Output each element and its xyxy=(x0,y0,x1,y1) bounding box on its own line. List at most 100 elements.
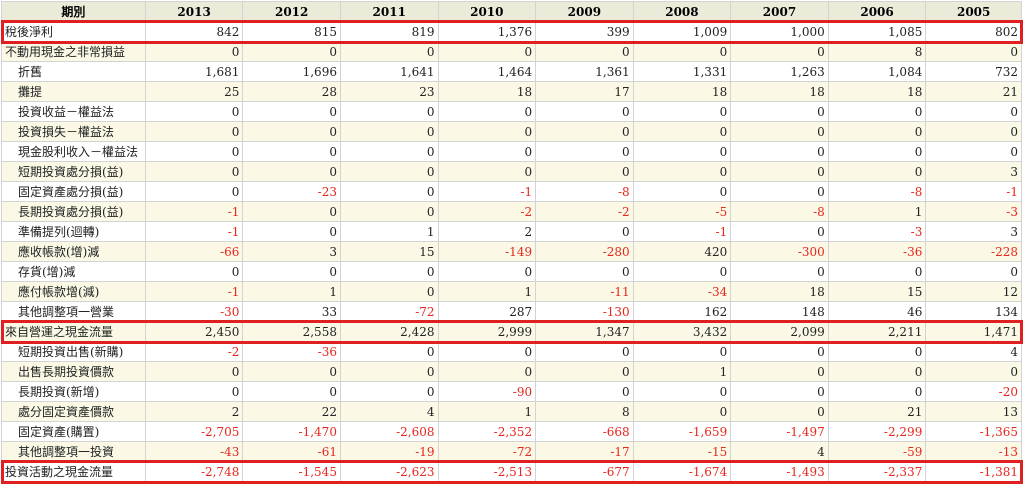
value-cell: -13 xyxy=(925,441,1022,462)
value-cell: 420 xyxy=(632,241,732,262)
value-cell: 287 xyxy=(437,301,537,322)
row-label: 其他調整項一投資 xyxy=(1,441,146,462)
value-cell: 1 xyxy=(242,281,341,302)
table-row: 短期投資處分損(益) 0 0 0 0 0 0 0 0 3 xyxy=(1,161,1022,182)
table-row: 出售長期投資價款 0 0 0 0 0 1 0 0 0 xyxy=(1,361,1022,382)
value-cell: -668 xyxy=(535,421,634,442)
header-year: 2008 xyxy=(632,1,732,22)
value-cell: 0 xyxy=(730,361,829,382)
value-cell: 0 xyxy=(730,101,829,122)
value-cell: 0 xyxy=(242,361,341,382)
table-row: 準備提列(迴轉) -1 0 1 2 0 -1 0 -3 3 xyxy=(1,221,1022,242)
value-cell: 0 xyxy=(730,221,829,242)
value-cell: -2,608 xyxy=(339,421,439,442)
row-label: 長期投資(新增) xyxy=(1,381,146,402)
value-cell: -30 xyxy=(144,301,244,322)
row-label: 投資收益－權益法 xyxy=(1,101,146,122)
value-cell: 0 xyxy=(437,101,537,122)
value-cell: -36 xyxy=(242,341,341,362)
row-label: 不動用現金之非常損益 xyxy=(1,41,146,62)
value-cell: 1 xyxy=(632,361,732,382)
value-cell: 0 xyxy=(242,221,341,242)
value-cell: -1 xyxy=(144,221,244,242)
value-cell: 0 xyxy=(730,261,829,282)
row-label: 處分固定資產價款 xyxy=(1,401,146,422)
value-cell: -8 xyxy=(535,181,634,202)
table-row: 短期投資出售(新購) -2 -36 0 0 0 0 0 0 4 xyxy=(1,341,1022,362)
value-cell: 3 xyxy=(925,221,1022,242)
value-cell: 732 xyxy=(925,61,1022,82)
value-cell: -2,513 xyxy=(437,461,537,482)
value-cell: 0 xyxy=(339,101,439,122)
value-cell: 46 xyxy=(827,301,927,322)
value-cell: 0 xyxy=(827,141,927,162)
value-cell: 0 xyxy=(730,161,829,182)
value-cell: 0 xyxy=(242,201,341,222)
value-cell: 0 xyxy=(437,161,537,182)
value-cell: -8 xyxy=(730,201,829,222)
header-year: 2011 xyxy=(339,1,439,22)
value-cell: 802 xyxy=(925,21,1022,42)
value-cell: 2,428 xyxy=(339,321,439,342)
value-cell: -1 xyxy=(144,281,244,302)
value-cell: 23 xyxy=(339,81,439,102)
value-cell: 399 xyxy=(535,21,634,42)
value-cell: 0 xyxy=(535,341,634,362)
value-cell: 0 xyxy=(339,201,439,222)
value-cell: 18 xyxy=(827,81,927,102)
value-cell: 0 xyxy=(827,261,927,282)
value-cell: 1,009 xyxy=(632,21,732,42)
value-cell: 2 xyxy=(437,221,537,242)
value-cell: 2,211 xyxy=(827,321,927,342)
cash-flow-table: 期別 2013 2012 2011 2010 2009 2008 2007 20… xyxy=(1,1,1022,482)
table-row: 投資損失－權益法 0 0 0 0 0 0 0 0 0 xyxy=(1,121,1022,142)
value-cell: -15 xyxy=(632,441,732,462)
value-cell: 1,641 xyxy=(339,61,439,82)
value-cell: -300 xyxy=(730,241,829,262)
table-row: 應付帳款增(減) -1 1 0 1 -11 -34 18 15 12 xyxy=(1,281,1022,302)
value-cell: 0 xyxy=(535,121,634,142)
value-cell: -2,337 xyxy=(827,461,927,482)
value-cell: 0 xyxy=(730,121,829,142)
value-cell: -1,470 xyxy=(242,421,341,442)
table-row: 固定資產(購置) -2,705 -1,470 -2,608 -2,352 -668 -1,6… xyxy=(1,421,1022,442)
value-cell: 0 xyxy=(339,161,439,182)
row-label: 準備提列(迴轉) xyxy=(1,221,146,242)
value-cell: -2,748 xyxy=(144,461,244,482)
value-cell: 0 xyxy=(339,281,439,302)
value-cell: -1,674 xyxy=(632,461,732,482)
value-cell: 0 xyxy=(827,161,927,182)
table-row: 現金股利收入－權益法 0 0 0 0 0 0 0 0 0 xyxy=(1,141,1022,162)
value-cell: 1 xyxy=(339,221,439,242)
value-cell: 4 xyxy=(730,441,829,462)
value-cell: 0 xyxy=(144,161,244,182)
value-cell: 162 xyxy=(632,301,732,322)
value-cell: 148 xyxy=(730,301,829,322)
value-cell: 0 xyxy=(632,161,732,182)
value-cell: 1,696 xyxy=(242,61,341,82)
row-label: 長期投資處分損(益) xyxy=(1,201,146,222)
value-cell: 18 xyxy=(730,281,829,302)
value-cell: -90 xyxy=(437,381,537,402)
value-cell: -11 xyxy=(535,281,634,302)
value-cell: 28 xyxy=(242,81,341,102)
value-cell: 0 xyxy=(535,141,634,162)
value-cell: 0 xyxy=(632,261,732,282)
header-year: 2007 xyxy=(730,1,829,22)
value-cell: 0 xyxy=(632,101,732,122)
value-cell: -66 xyxy=(144,241,244,262)
value-cell: -3 xyxy=(827,221,927,242)
row-label: 應付帳款增(減) xyxy=(1,281,146,302)
value-cell: 13 xyxy=(925,401,1022,422)
value-cell: -1,493 xyxy=(730,461,829,482)
value-cell: 1,000 xyxy=(730,21,829,42)
value-cell: 0 xyxy=(535,101,634,122)
value-cell: 18 xyxy=(730,81,829,102)
value-cell: 0 xyxy=(437,361,537,382)
value-cell: 0 xyxy=(925,41,1022,62)
value-cell: 0 xyxy=(144,141,244,162)
table-row: 存貨(增)減 0 0 0 0 0 0 0 0 0 xyxy=(1,261,1022,282)
value-cell: 0 xyxy=(437,341,537,362)
value-cell: -1 xyxy=(144,201,244,222)
value-cell: 1 xyxy=(437,281,537,302)
